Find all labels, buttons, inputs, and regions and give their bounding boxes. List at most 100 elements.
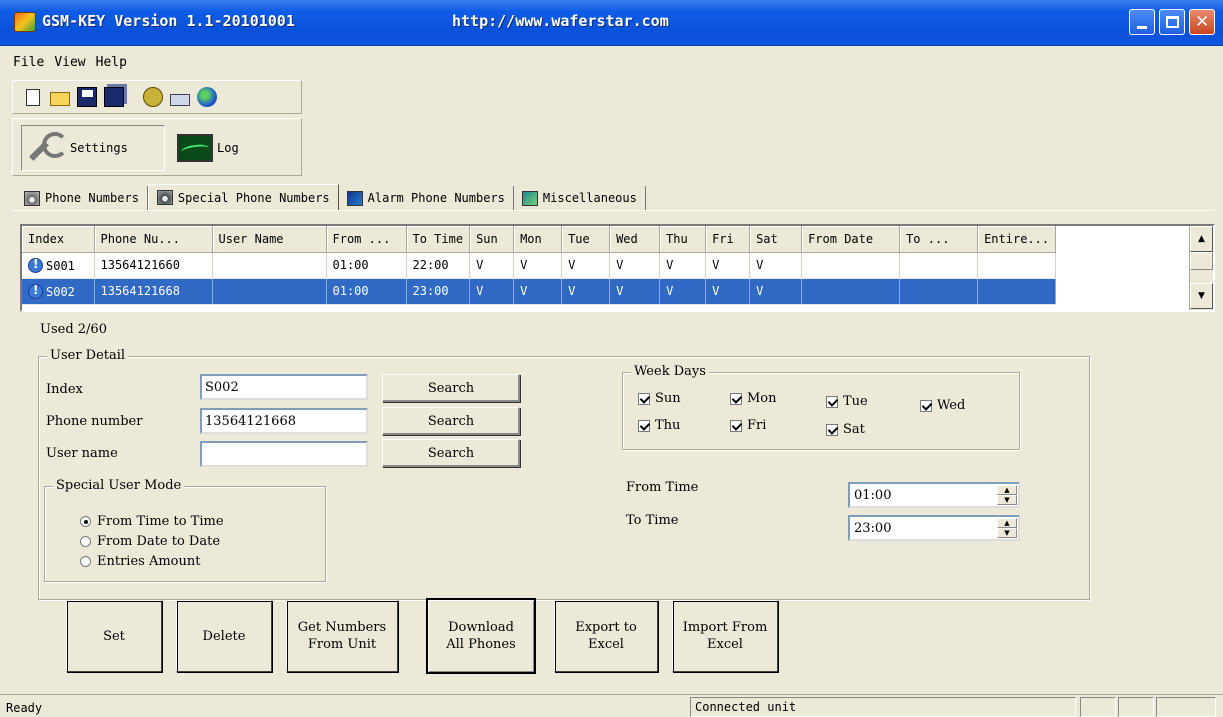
column-header[interactable]: To ... <box>899 226 979 253</box>
checkbox-mon[interactable]: Mon <box>730 391 777 406</box>
table-cell: V <box>469 278 515 305</box>
open-folder-icon[interactable] <box>50 92 70 106</box>
scroll-thumb[interactable] <box>1190 252 1213 270</box>
column-header[interactable]: Thu <box>659 226 707 253</box>
status-ready: Ready <box>6 701 43 715</box>
scroll-up-button[interactable]: ▲ <box>1190 226 1213 252</box>
tab-special-phone-numbers[interactable]: Special Phone Numbers <box>147 184 339 210</box>
export-to-excel-button[interactable]: Export to Excel <box>554 600 658 672</box>
table-cell: 01:00 <box>326 252 407 279</box>
checkbox[interactable] <box>730 392 742 405</box>
save-icon[interactable] <box>77 87 97 107</box>
status-bar: Ready Connected unit <box>0 694 1223 717</box>
miscellaneous-icon <box>521 190 538 206</box>
checkbox[interactable] <box>638 419 650 432</box>
column-header[interactable]: Mon <box>513 226 563 253</box>
checkbox[interactable] <box>826 423 838 436</box>
column-header[interactable]: From ... <box>326 226 407 253</box>
user-name-input[interactable] <box>200 441 368 467</box>
status-pane-empty <box>1118 697 1154 717</box>
search-username-button[interactable]: Search <box>382 439 520 467</box>
column-header[interactable]: Entire... <box>977 226 1057 253</box>
column-header[interactable]: To Time <box>406 226 471 253</box>
menu-file[interactable]: File <box>8 55 49 70</box>
column-header[interactable]: Sat <box>749 226 803 253</box>
checkbox[interactable] <box>920 399 932 412</box>
checkbox[interactable] <box>638 392 650 405</box>
checkbox-fri[interactable]: Fri <box>730 418 766 433</box>
spin-buttons: ▲ ▼ <box>997 485 1017 505</box>
settings-mode-button[interactable]: Settings <box>21 125 165 171</box>
search-phone-button[interactable]: Search <box>382 407 520 435</box>
tab-alarm-phone-numbers[interactable]: Alarm Phone Numbers <box>339 186 514 210</box>
radio-date-to-date[interactable]: From Date to Date <box>80 534 220 549</box>
download-all-phones-button[interactable]: Download All Phones <box>426 598 536 674</box>
table-cell <box>899 278 979 305</box>
checkbox-wed[interactable]: Wed <box>920 398 965 413</box>
spin-down-button[interactable]: ▼ <box>997 528 1017 538</box>
table-cell: V <box>749 278 803 305</box>
checkbox-thu[interactable]: Thu <box>638 418 680 433</box>
column-header[interactable]: From Date <box>801 226 901 253</box>
phone-numbers-grid[interactable]: Index Phone Nu... User Name From ... To … <box>20 224 1215 312</box>
tab-phone-numbers[interactable]: Phone Numbers <box>16 186 148 210</box>
column-header[interactable]: Sun <box>469 226 515 253</box>
index-input[interactable] <box>200 374 368 400</box>
menu-view[interactable]: View <box>49 55 90 70</box>
network-icon[interactable] <box>170 94 190 106</box>
radio-button[interactable] <box>80 536 91 547</box>
menu-help[interactable]: Help <box>91 55 132 70</box>
phone-icon[interactable] <box>143 87 163 107</box>
column-header[interactable]: Index <box>22 226 95 253</box>
globe-icon[interactable] <box>197 87 217 107</box>
checkbox[interactable] <box>730 419 742 432</box>
checkbox-tue[interactable]: Tue <box>826 394 868 409</box>
spin-down-button[interactable]: ▼ <box>997 495 1017 505</box>
table-cell: V <box>561 252 611 279</box>
table-cell: 13564121668 <box>94 278 213 305</box>
tab-label: Phone Numbers <box>45 191 139 205</box>
radio-button[interactable] <box>80 556 91 567</box>
checkbox-sun[interactable]: Sun <box>638 391 681 406</box>
table-row-selected[interactable]: S002 13564121668 01:00 23:00 V V V V V V… <box>22 278 1057 305</box>
phone-number-input[interactable] <box>200 408 368 434</box>
title-bar[interactable]: GSM-KEY Version 1.1-20101001 http://www.… <box>0 0 1223 46</box>
user-detail-legend: User Detail <box>47 348 129 363</box>
radio-entries-amount[interactable]: Entries Amount <box>80 554 200 569</box>
table-cell: V <box>561 278 611 305</box>
checkbox-label: Thu <box>655 418 681 433</box>
set-button[interactable]: Set <box>66 600 162 672</box>
status-pane-empty <box>1080 697 1116 717</box>
scroll-down-button[interactable]: ▼ <box>1190 283 1213 309</box>
table-cell: V <box>659 252 707 279</box>
radio-button[interactable] <box>80 516 91 527</box>
spin-up-button[interactable]: ▲ <box>997 518 1017 528</box>
minimize-button[interactable] <box>1129 9 1155 35</box>
spin-up-button[interactable]: ▲ <box>997 485 1017 495</box>
column-header[interactable]: Tue <box>561 226 611 253</box>
wrench-icon <box>24 130 68 166</box>
log-mode-button[interactable]: Log <box>173 125 293 171</box>
close-button[interactable]: ✕ <box>1189 9 1215 35</box>
column-header[interactable]: Fri <box>705 226 751 253</box>
maximize-button[interactable] <box>1159 9 1185 35</box>
new-file-button[interactable] <box>23 87 43 107</box>
save-all-icon[interactable] <box>104 87 124 107</box>
menu-bar: File View Help <box>0 47 1223 77</box>
import-from-excel-button[interactable]: Import From Excel <box>672 600 778 672</box>
table-row[interactable]: S001 13564121660 01:00 22:00 V V V V V V… <box>22 252 1057 279</box>
checkbox[interactable] <box>826 395 838 408</box>
column-header[interactable]: Wed <box>609 226 661 253</box>
checkbox-sat[interactable]: Sat <box>826 422 865 437</box>
to-time-spinner[interactable]: 23:00 ▲ ▼ <box>848 515 1020 541</box>
from-time-spinner[interactable]: 01:00 ▲ ▼ <box>848 482 1020 508</box>
column-header[interactable]: User Name <box>212 226 327 253</box>
delete-button[interactable]: Delete <box>176 600 272 672</box>
radio-time-to-time[interactable]: From Time to Time <box>80 514 224 529</box>
get-numbers-from-unit-button[interactable]: Get Numbers From Unit <box>286 600 398 672</box>
tab-miscellaneous[interactable]: Miscellaneous <box>514 186 646 210</box>
column-header[interactable]: Phone Nu... <box>94 226 213 253</box>
table-cell: V <box>609 278 661 305</box>
search-index-button[interactable]: Search <box>382 374 520 402</box>
grid-scrollbar[interactable]: ▲ ▼ <box>1189 226 1213 310</box>
